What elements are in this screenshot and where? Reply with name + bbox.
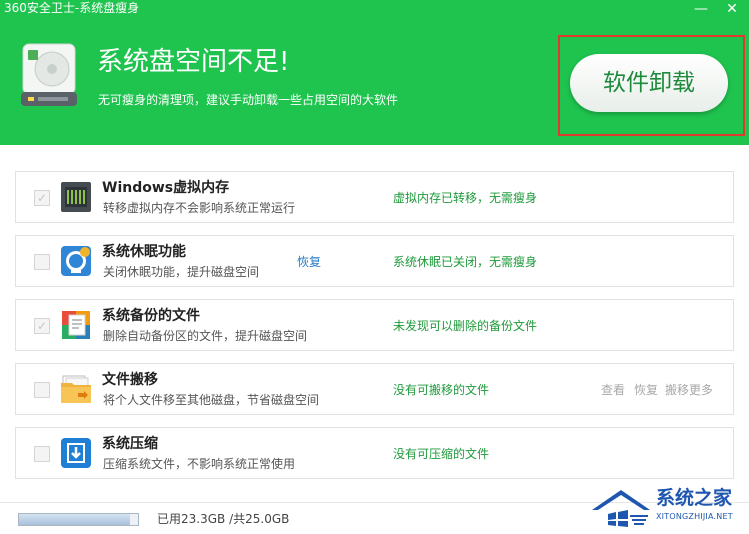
disk-usage-fill <box>19 514 130 525</box>
item-title: 系统休眠功能 <box>102 244 186 260</box>
disk-usage-text: 已用23.3GB /共25.0GB <box>157 512 290 526</box>
list-item-hibernation: 系统休眠功能 关闭休眠功能，提升磁盘空间 恢复 系统休眠已关闭，无需瘦身 <box>15 235 734 287</box>
sleep-monitor-icon <box>61 246 91 276</box>
watermark-title: 系统之家 <box>656 487 733 509</box>
list-item-system-backup: ✓ 系统备份的文件 删除自动备份区的文件，提升磁盘空间 未发现可以删除的备份文件 <box>15 299 734 351</box>
compress-icon <box>61 438 91 468</box>
memory-chip-icon <box>61 182 91 212</box>
list-item-virtual-memory: ✓ Windows虚拟内存 转移虚拟内存不会影响系统正常运行 虚拟内存已转移，无… <box>15 171 734 223</box>
backup-files-icon <box>62 311 90 339</box>
item-status: 没有可压缩的文件 <box>393 447 490 461</box>
folder-move-icon <box>61 375 91 403</box>
item-status: 没有可搬移的文件 <box>393 383 490 397</box>
move-more-link[interactable]: 搬移更多 <box>665 382 713 398</box>
item-title: 系统备份的文件 <box>102 308 200 324</box>
item-description: 关闭休眠功能，提升磁盘空间 <box>103 265 260 279</box>
item-description: 删除自动备份区的文件，提升磁盘空间 <box>103 329 308 343</box>
page-subtitle: 无可瘦身的清理项，建议手动卸载一些占用空间的大软件 <box>98 93 399 107</box>
item-checkbox[interactable] <box>34 446 50 462</box>
disk-usage-bar <box>18 513 139 526</box>
item-checkbox[interactable]: ✓ <box>34 190 50 206</box>
item-status: 未发现可以删除的备份文件 <box>393 319 538 333</box>
restore-link[interactable]: 恢复 <box>634 382 658 398</box>
hard-disk-icon <box>21 43 77 106</box>
list-item-system-compress: 系统压缩 压缩系统文件，不影响系统正常使用 没有可压缩的文件 <box>15 427 734 479</box>
window-title: 360安全卫士-系统盘瘦身 <box>4 1 140 15</box>
header-banner: 360安全卫士-系统盘瘦身 — ✕ 系统盘空间不足! 无可瘦身的清理项，建议手动… <box>0 0 749 145</box>
item-title: Windows虚拟内存 <box>102 180 230 196</box>
item-description: 将个人文件移至其他磁盘，节省磁盘空间 <box>103 393 320 407</box>
close-button[interactable]: ✕ <box>718 0 746 18</box>
uninstall-software-button[interactable]: 软件卸载 <box>570 54 728 112</box>
item-status: 虚拟内存已转移，无需瘦身 <box>393 191 538 205</box>
minimize-button[interactable]: — <box>687 0 715 18</box>
page-title: 系统盘空间不足! <box>97 47 290 77</box>
view-link[interactable]: 查看 <box>601 382 625 398</box>
watermark-logo-icon <box>592 490 650 527</box>
restore-link[interactable]: 恢复 <box>297 254 321 270</box>
item-checkbox[interactable] <box>34 254 50 270</box>
item-checkbox[interactable] <box>34 382 50 398</box>
item-title: 文件搬移 <box>102 372 158 388</box>
item-status: 系统休眠已关闭，无需瘦身 <box>393 255 538 269</box>
item-title: 系统压缩 <box>102 436 158 452</box>
list-item-file-move: 文件搬移 将个人文件移至其他磁盘，节省磁盘空间 没有可搬移的文件 查看 恢复 搬… <box>15 363 734 415</box>
item-description: 压缩系统文件，不影响系统正常使用 <box>103 457 296 471</box>
watermark-url: XITONGZHIJIA.NET <box>656 512 733 521</box>
item-checkbox[interactable]: ✓ <box>34 318 50 334</box>
item-description: 转移虚拟内存不会影响系统正常运行 <box>103 201 296 215</box>
